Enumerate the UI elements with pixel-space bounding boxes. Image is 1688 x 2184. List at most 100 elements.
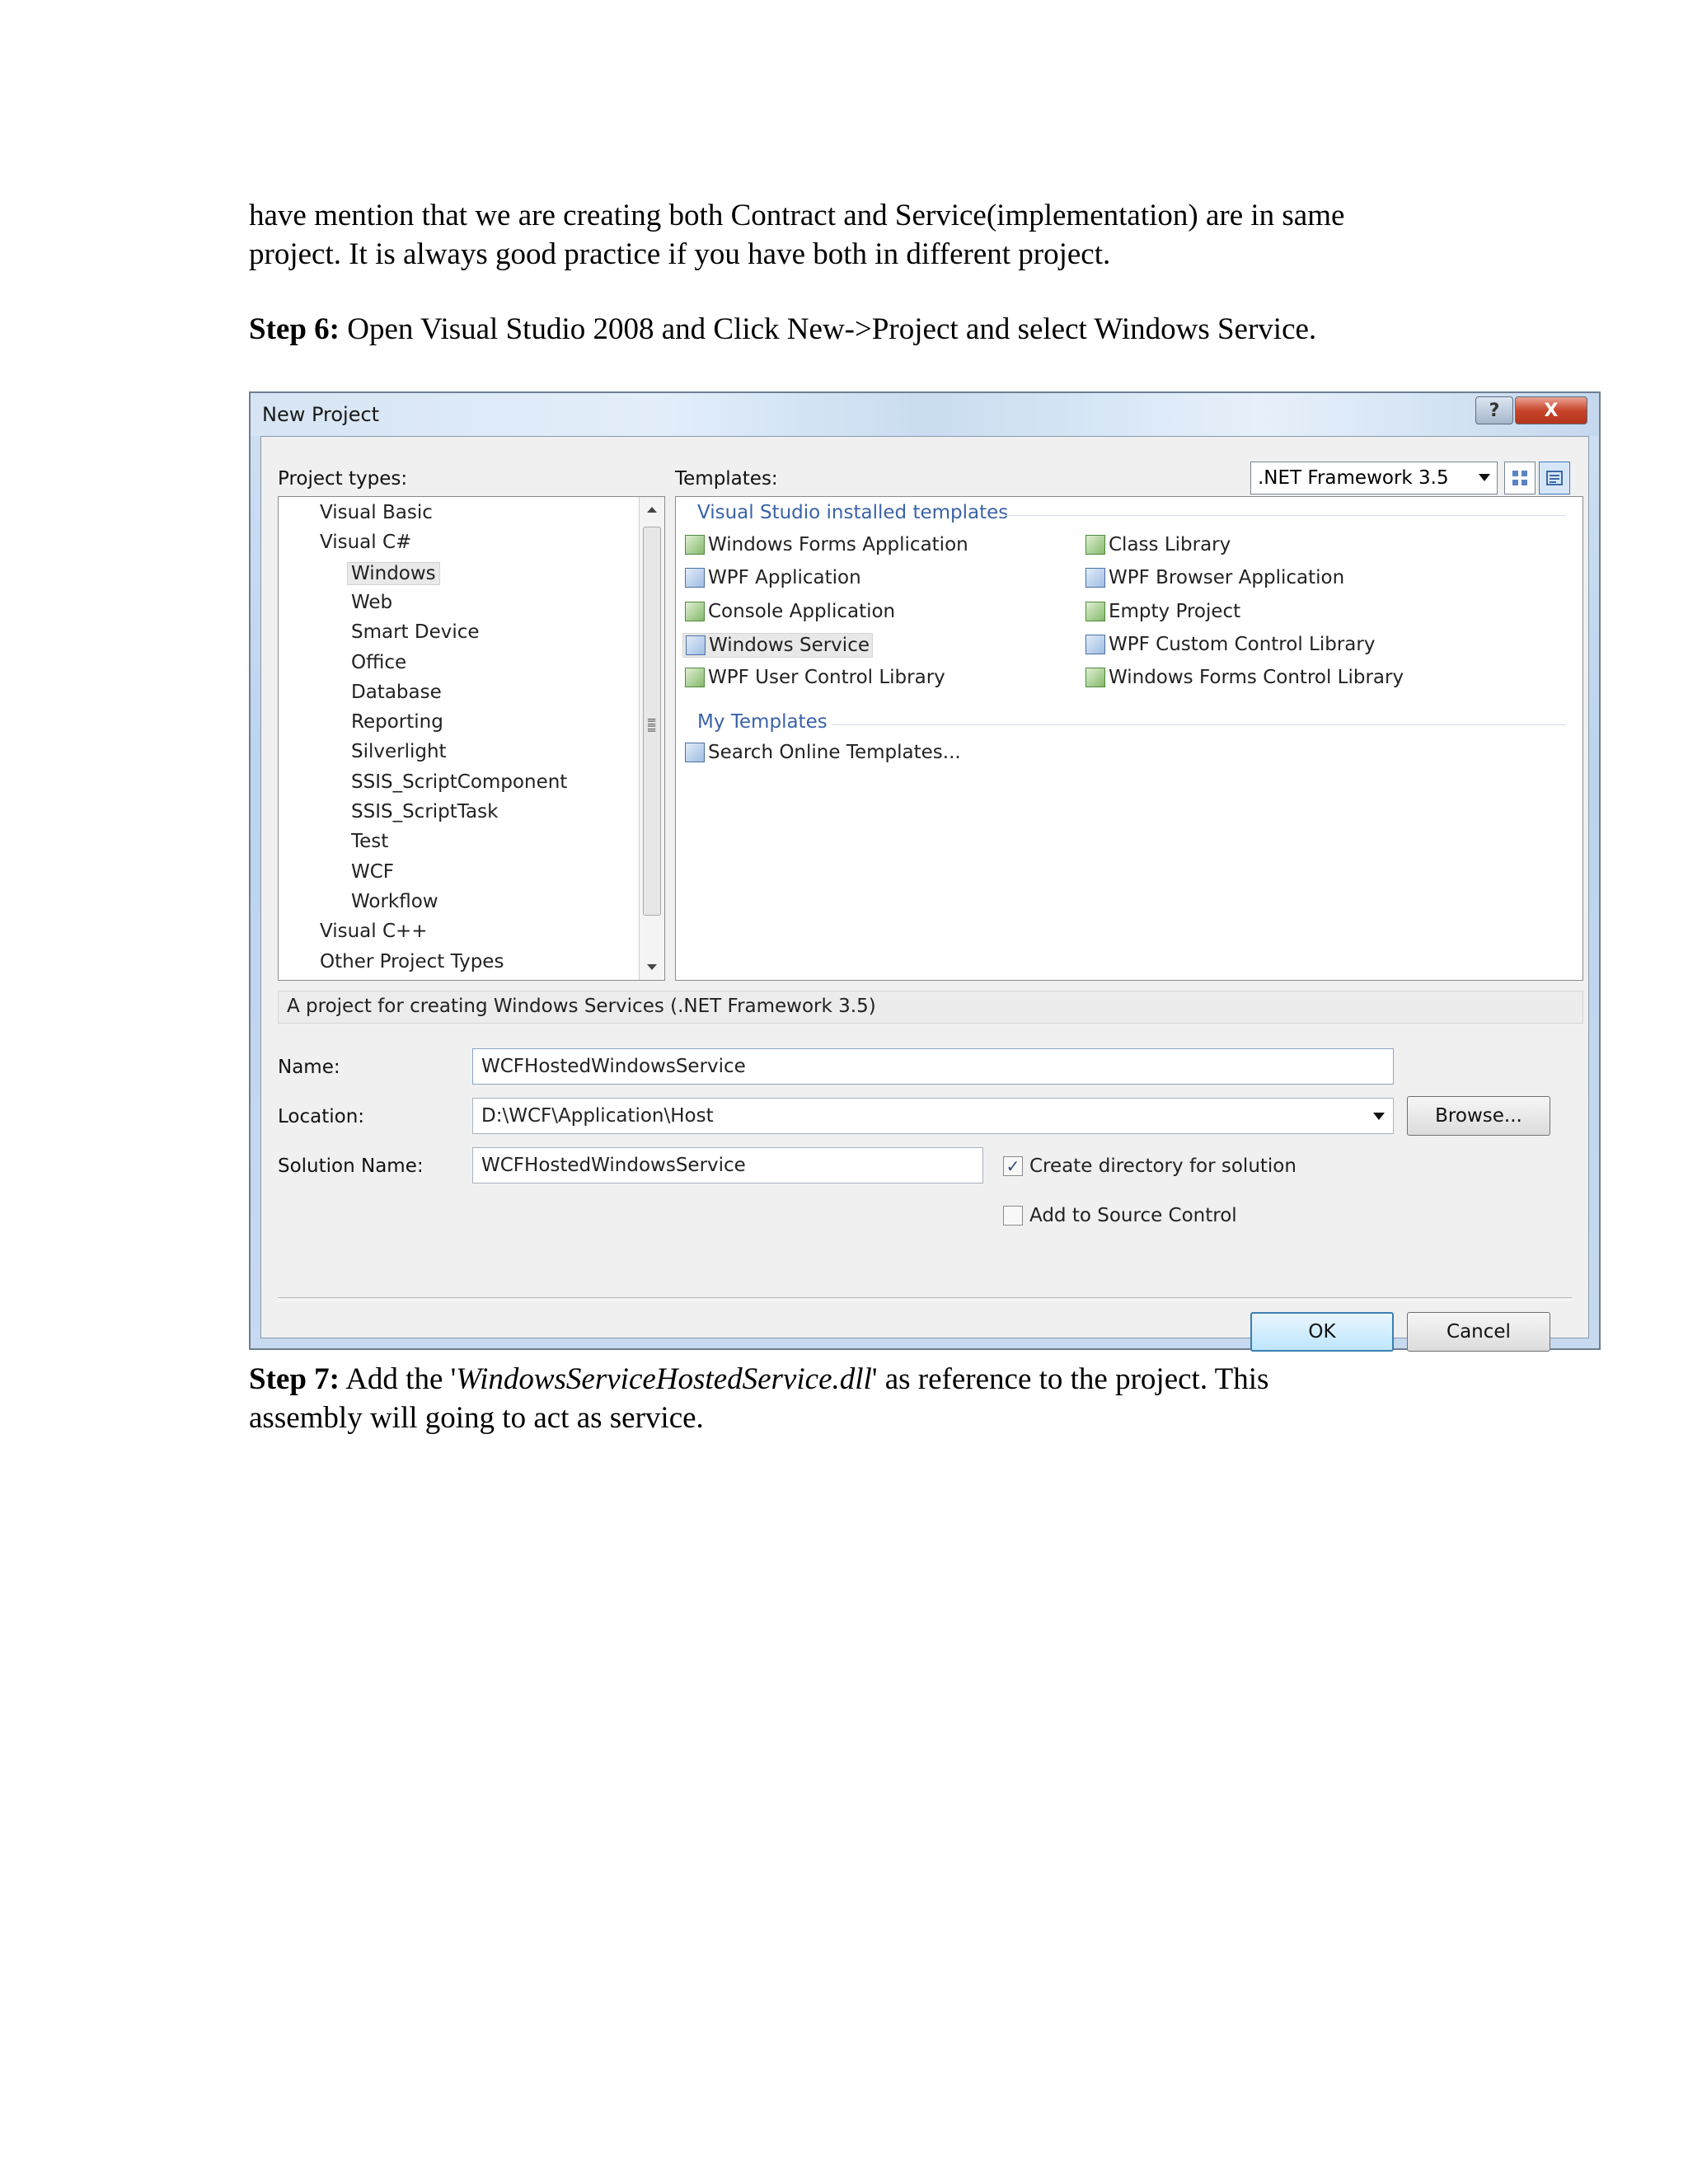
project-type-item[interactable]: Workflow (351, 891, 438, 912)
intro-line-1: have mention that we are creating both C… (249, 199, 1345, 232)
installed-templates-group: Visual Studio installed templates (697, 502, 1009, 523)
checkbox-checked-icon: ✓ (1003, 1156, 1023, 1176)
windows-forms-icon (685, 535, 705, 555)
template-item[interactable]: Windows Forms Application (682, 533, 971, 556)
scroll-grip-icon: ═ ═ ═ (648, 713, 656, 738)
project-types-tree[interactable]: Visual Basic Visual C# Windows Web Smart Dev… (278, 496, 665, 981)
step7-label: Step 7: (249, 1362, 340, 1396)
source-control-label: Add to Source Control (1029, 1205, 1237, 1226)
project-type-item[interactable]: Silverlight (351, 741, 447, 762)
new-project-dialog: New Project ? X Project types: Templates… (249, 391, 1601, 1352)
templates-list[interactable]: Visual Studio installed templates Window… (675, 496, 1583, 981)
help-button[interactable]: ? (1475, 396, 1513, 424)
search-online-templates-item[interactable]: Search Online Templates... (682, 741, 964, 764)
name-input[interactable]: WCFHostedWindowsService (472, 1048, 1394, 1085)
empty-project-icon (1085, 601, 1105, 621)
framework-select-value: .NET Framework 3.5 (1258, 467, 1449, 489)
step7-dll-name: WindowsServiceHostedService.dll (456, 1362, 872, 1396)
close-button[interactable]: X (1515, 396, 1587, 424)
template-item[interactable]: Class Library (1083, 533, 1233, 556)
checkbox-unchecked-icon (1003, 1206, 1023, 1226)
wpf-user-control-icon (685, 668, 705, 688)
search-online-label: Search Online Templates... (708, 742, 961, 763)
forms-control-icon (1085, 668, 1105, 688)
project-type-item[interactable]: Visual Basic (320, 502, 433, 523)
wpf-custom-control-icon (1085, 634, 1105, 654)
step6-paragraph: Step 6: Open Visual Studio 2008 and Clic… (249, 310, 1617, 349)
templates-label: Templates: (675, 468, 778, 490)
template-item[interactable]: WPF Custom Control Library (1083, 633, 1377, 656)
template-item[interactable]: WPF Application (682, 566, 864, 589)
project-types-scrollbar[interactable]: ═ ═ ═ (639, 497, 664, 980)
chevron-down-icon (1479, 474, 1490, 481)
footer-separator (278, 1297, 1572, 1301)
scroll-up-icon[interactable] (647, 507, 657, 513)
my-templates-group: My Templates (697, 711, 828, 733)
framework-select[interactable]: .NET Framework 3.5 (1250, 462, 1498, 494)
step7-text-post: ' as reference to the project. This (871, 1362, 1269, 1396)
project-type-item[interactable]: Database (351, 682, 442, 703)
location-label: Location: (278, 1106, 365, 1127)
template-item[interactable]: WPF Browser Application (1083, 566, 1347, 589)
ok-button[interactable]: OK (1250, 1312, 1394, 1352)
project-type-item[interactable]: Smart Device (351, 621, 480, 643)
project-type-item[interactable]: Test (351, 831, 388, 852)
step7-text-pre: Add the ' (339, 1362, 457, 1396)
project-types-label: Project types: (278, 468, 408, 490)
cancel-button[interactable]: Cancel (1407, 1312, 1550, 1352)
solution-name-label: Solution Name: (278, 1155, 424, 1177)
console-app-icon (685, 601, 705, 621)
name-label: Name: (278, 1057, 340, 1078)
template-item[interactable]: Console Application (682, 600, 898, 623)
dialog-body: Project types: Templates: .NET Framework… (260, 436, 1589, 1352)
solution-name-input[interactable]: WCFHostedWindowsService (472, 1147, 983, 1183)
dialog-title: New Project (262, 403, 380, 426)
template-label: Windows Forms Application (708, 534, 968, 555)
source-control-checkbox[interactable]: Add to Source Control (1003, 1205, 1237, 1226)
step6-text: Open Visual Studio 2008 and Click New->P… (339, 312, 1317, 346)
project-type-item[interactable]: SSIS_ScriptComponent (351, 771, 567, 793)
template-item[interactable]: WPF User Control Library (682, 666, 948, 689)
close-icon: X (1544, 400, 1559, 421)
project-type-item[interactable]: WCF (351, 861, 394, 883)
step7-line-2: assembly will going to act as service. (249, 1401, 704, 1435)
wpf-browser-icon (1085, 568, 1105, 588)
template-label: Windows Forms Control Library (1109, 667, 1404, 689)
step7-paragraph: Step 7: Add the 'WindowsServiceHostedSer… (249, 1360, 1617, 1437)
project-type-item[interactable]: Windows (347, 561, 440, 585)
create-directory-label: Create directory for solution (1029, 1155, 1296, 1177)
project-type-item[interactable]: Visual C++ (320, 921, 428, 942)
intro-line-2: project. It is always good practice if y… (249, 237, 1111, 271)
project-type-item[interactable]: Other Project Types (320, 951, 504, 972)
step6-label: Step 6: (249, 312, 340, 346)
template-item[interactable]: Empty Project (1083, 600, 1243, 623)
group-divider (832, 724, 1566, 725)
project-type-item[interactable]: SSIS_ScriptTask (351, 801, 498, 823)
small-icons-icon (1546, 471, 1563, 485)
wpf-app-icon (685, 568, 705, 588)
search-online-icon (685, 743, 705, 762)
windows-service-icon (686, 635, 706, 655)
create-directory-checkbox[interactable]: ✓ Create directory for solution (1003, 1155, 1296, 1177)
project-type-item[interactable]: Visual C# (320, 532, 411, 553)
scroll-down-icon[interactable] (647, 964, 657, 970)
project-type-item[interactable]: Web (351, 592, 392, 613)
template-label: Class Library (1109, 534, 1231, 555)
location-combo[interactable]: D:\WCF\Application\Host (472, 1098, 1394, 1134)
template-item[interactable]: Windows Service (682, 632, 873, 658)
small-icons-view-button[interactable] (1539, 462, 1570, 494)
template-label: WPF Browser Application (1109, 567, 1345, 589)
template-label: Empty Project (1109, 600, 1241, 622)
browse-button[interactable]: Browse... (1407, 1096, 1550, 1136)
template-label: Windows Service (709, 634, 870, 656)
large-icons-view-button[interactable] (1504, 462, 1536, 494)
template-label: Console Application (708, 600, 896, 622)
template-item[interactable]: Windows Forms Control Library (1083, 666, 1406, 689)
class-library-icon (1085, 535, 1105, 555)
intro-paragraph: have mention that we are creating both C… (249, 196, 1617, 274)
project-type-item[interactable]: Office (351, 652, 406, 673)
chevron-down-icon[interactable] (1373, 1113, 1385, 1120)
template-label: WPF Application (708, 567, 861, 589)
dialog-titlebar[interactable]: New Project ? X (251, 393, 1599, 436)
project-type-item[interactable]: Reporting (351, 711, 443, 733)
